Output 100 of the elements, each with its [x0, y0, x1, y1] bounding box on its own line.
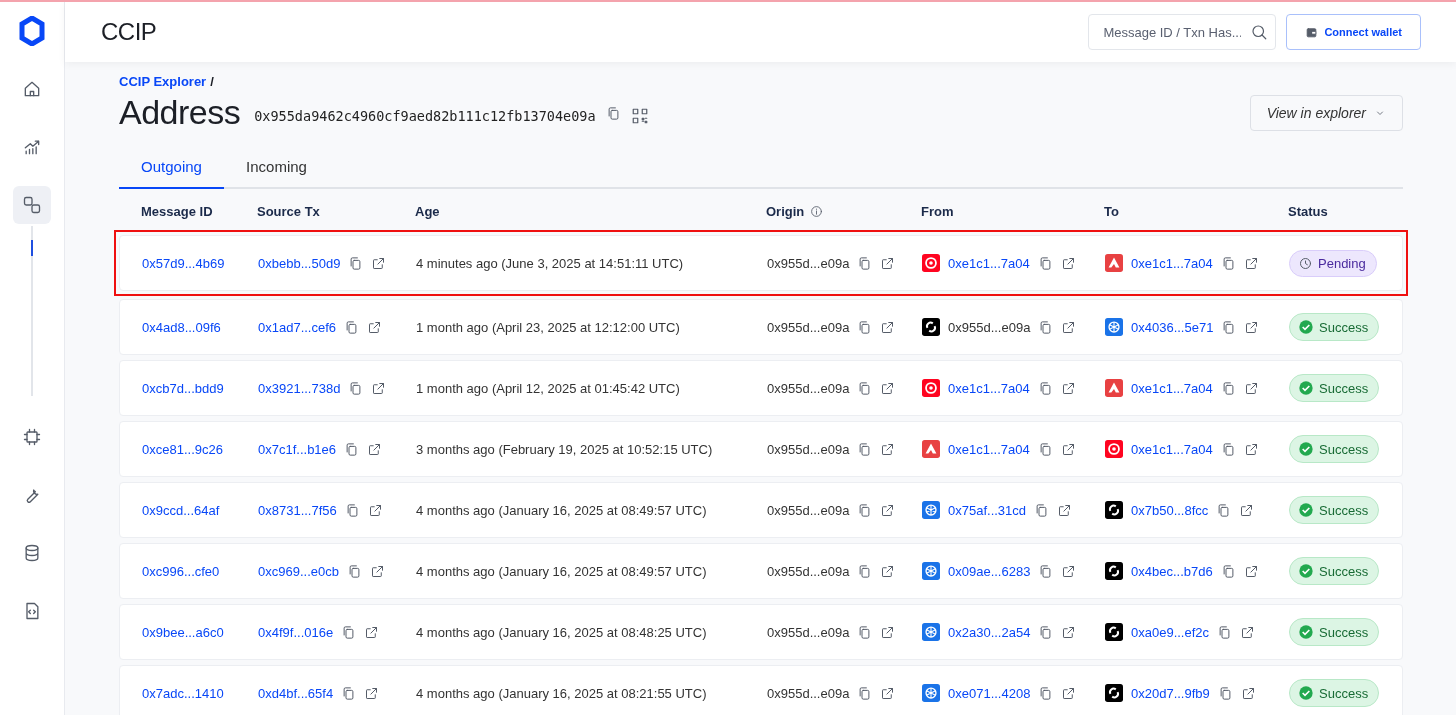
address-link[interactable]: 0xe1c1...7a04: [948, 380, 1030, 396]
message-id-link[interactable]: 0x9ccd...64af: [142, 502, 220, 518]
message-id-link[interactable]: 0x9bee...a6c0: [142, 624, 224, 640]
chart-icon: [22, 137, 42, 157]
address-link[interactable]: 0xa0e9...ef2c: [1131, 624, 1210, 640]
message-id-link[interactable]: 0xce81...9c26: [142, 441, 223, 457]
origin-address: 0x955d...e09a: [767, 441, 850, 457]
chain-logo-icon: [922, 562, 940, 580]
check-circle-icon: [1298, 441, 1314, 457]
view-in-explorer-button[interactable]: View in explorer: [1249, 94, 1403, 131]
source-tx-link[interactable]: 0x4f9f...016e: [258, 624, 334, 640]
address-link[interactable]: 0x09ae...6283: [948, 563, 1031, 579]
chain-logo-icon: [1105, 254, 1123, 272]
address-text: 0x955da9462c4960cf9aed82b111c12fb13704e09a: [254, 107, 596, 124]
external-link-icon: [1243, 441, 1259, 457]
source-tx-link[interactable]: 0x1ad7...cef6: [258, 319, 337, 335]
address-link[interactable]: 0x4bec...b7d6: [1131, 563, 1213, 579]
copy-icon: [1038, 624, 1054, 640]
message-id-link[interactable]: 0x57d9...4b69: [142, 255, 225, 271]
column-header: Origin: [766, 203, 805, 219]
age-text: 1 month ago (April 12, 2025 at 01:45:42 UTC): [416, 380, 680, 396]
status-badge: Pending: [1289, 249, 1377, 277]
external-link-icon: [1240, 685, 1256, 701]
copy-icon: [346, 563, 362, 579]
app-title: CCIP: [101, 18, 158, 46]
breadcrumb-link[interactable]: CCIP Explorer: [119, 74, 207, 89]
column-header: From: [921, 203, 954, 219]
external-link-icon: [1061, 563, 1077, 579]
column-header: Source Tx: [257, 203, 320, 219]
connect-wallet-button[interactable]: Connect wallet: [1286, 14, 1421, 50]
copy-icon: [1037, 255, 1053, 271]
external-link-icon: [367, 502, 383, 518]
address-link[interactable]: 0x2a30...2a54: [948, 624, 1031, 640]
status-badge: Success: [1289, 496, 1380, 524]
chain-logo-icon: [922, 379, 940, 397]
copy-icon: [344, 441, 360, 457]
table-row[interactable]: 0x4ad8...09f6 0x1ad7...cef6 1 month ago (April 23, 2025 at 12:12:00 UTC) 0x955d...e09a 0x955d...e09a 0x4036...5e71 Success: [119, 299, 1403, 355]
table-row[interactable]: 0x57d9...4b69 0xbebb...50d9 4 minutes ago (June 3, 2025 at 14:51:11 UTC) 0x955d...e09a 0xe1c1...7a04 0xe1c1...7a04 Pending: [119, 235, 1403, 291]
home-icon: [22, 79, 42, 99]
table-row[interactable]: 0x7adc...1410 0xd4bf...65f4 4 months ago (January 16, 2025 at 08:21:55 UTC) 0x955d...e09a 0xe071...4208 0x20d7...9fb9 Success: [119, 665, 1403, 715]
copy-icon: [857, 380, 873, 396]
age-text: 3 months ago (February 19, 2025 at 10:52:15 UTC): [416, 441, 713, 457]
copy-icon: [1038, 685, 1054, 701]
address-link[interactable]: 0x20d7...9fb9: [1131, 685, 1210, 701]
external-link-icon: [880, 685, 896, 701]
address-link[interactable]: 0xe1c1...7a04: [1131, 255, 1213, 271]
address-link[interactable]: 0xe1c1...7a04: [948, 441, 1030, 457]
address-link[interactable]: 0x75af...31cd: [948, 502, 1027, 518]
copy-icon: [1034, 502, 1050, 518]
column-header: Age: [415, 203, 440, 219]
source-tx-link[interactable]: 0xd4bf...65f4: [258, 685, 334, 701]
scroll-indicator: [31, 240, 33, 256]
copy-icon: [857, 563, 873, 579]
address-link[interactable]: 0xe1c1...7a04: [948, 255, 1030, 271]
sidebar-item[interactable]: [13, 186, 51, 224]
table-row[interactable]: 0xce81...9c26 0x7c1f...b1e6 3 months ago (February 19, 2025 at 10:52:15 UTC) 0x955d...e09a 0xe1c1...7a04 0xe1c1...7a04 Success: [119, 421, 1403, 477]
table-row[interactable]: 0xc996...cfe0 0xc969...e0cb 4 months ago (January 16, 2025 at 08:49:57 UTC) 0x955d...e09a 0x09ae...6283 0x4bec...b7d6 Success: [119, 543, 1403, 599]
copy-icon: [857, 255, 873, 271]
copy-icon: [1216, 502, 1232, 518]
chain-logo-icon: [1105, 501, 1123, 519]
message-id-link[interactable]: 0xc996...cfe0: [142, 563, 220, 579]
address-link[interactable]: 0xe1c1...7a04: [1131, 380, 1213, 396]
address-link[interactable]: 0xe071...4208: [948, 685, 1031, 701]
tab[interactable]: Outgoing: [119, 146, 224, 189]
external-link-icon: [371, 380, 387, 396]
table-row[interactable]: 0x9bee...a6c0 0x4f9f...016e 4 months ago (January 16, 2025 at 08:48:25 UTC) 0x955d...e09a 0x2a30...2a54 0xa0e9...ef2c Success: [119, 604, 1403, 660]
external-link-icon: [1244, 319, 1260, 335]
message-id-link[interactable]: 0x7adc...1410: [142, 685, 224, 701]
copy-icon: [605, 106, 621, 121]
chain-logo-icon: [1105, 318, 1123, 336]
tab[interactable]: Incoming: [224, 146, 329, 189]
address-link[interactable]: 0xe1c1...7a04: [1131, 441, 1213, 457]
chain-logo-icon: [922, 684, 940, 702]
copy-icon: [1221, 319, 1237, 335]
external-link-icon: [880, 563, 896, 579]
source-tx-link[interactable]: 0xc969...e0cb: [258, 563, 339, 579]
check-circle-icon: [1298, 624, 1314, 640]
age-text: 4 months ago (January 16, 2025 at 08:48:25 UTC): [416, 624, 707, 640]
copy-icon: [341, 624, 357, 640]
source-tx-link[interactable]: 0x3921...738d: [258, 380, 341, 396]
origin-address: 0x955d...e09a: [767, 255, 850, 271]
external-link-icon: [369, 563, 385, 579]
status-badge: Success: [1289, 313, 1380, 341]
copy-icon: [1037, 441, 1053, 457]
address-link[interactable]: 0x7b50...8fcc: [1131, 502, 1209, 518]
table-row[interactable]: 0x9ccd...64af 0x8731...7f56 4 months ago (January 16, 2025 at 08:49:57 UTC) 0x955d...e09a 0x75af...31cd 0x7b50...8fcc Success: [119, 482, 1403, 538]
copy-icon: [344, 502, 360, 518]
external-link-icon: [1239, 502, 1255, 518]
source-tx-link[interactable]: 0x7c1f...b1e6: [258, 441, 337, 457]
table-row[interactable]: 0xcb7d...bdd9 0x3921...738d 1 month ago (April 12, 2025 at 01:45:42 UTC) 0x955d...e09a 0xe1c1...7a04 0xe1c1...7a04 Success: [119, 360, 1403, 416]
message-id-link[interactable]: 0xcb7d...bdd9: [142, 380, 224, 396]
source-tx-link[interactable]: 0x8731...7f56: [258, 502, 337, 518]
source-tx-link[interactable]: 0xbebb...50d9: [258, 255, 341, 271]
status-badge: Success: [1289, 374, 1380, 402]
chain-logo-icon: [1105, 684, 1123, 702]
external-link-icon: [1060, 441, 1076, 457]
search-field[interactable]: Message ID / Txn Has...: [1088, 14, 1277, 50]
address-link[interactable]: 0x4036...5e71: [1131, 319, 1214, 335]
copy-icon: [1220, 255, 1236, 271]
message-id-link[interactable]: 0x4ad8...09f6: [142, 319, 221, 335]
